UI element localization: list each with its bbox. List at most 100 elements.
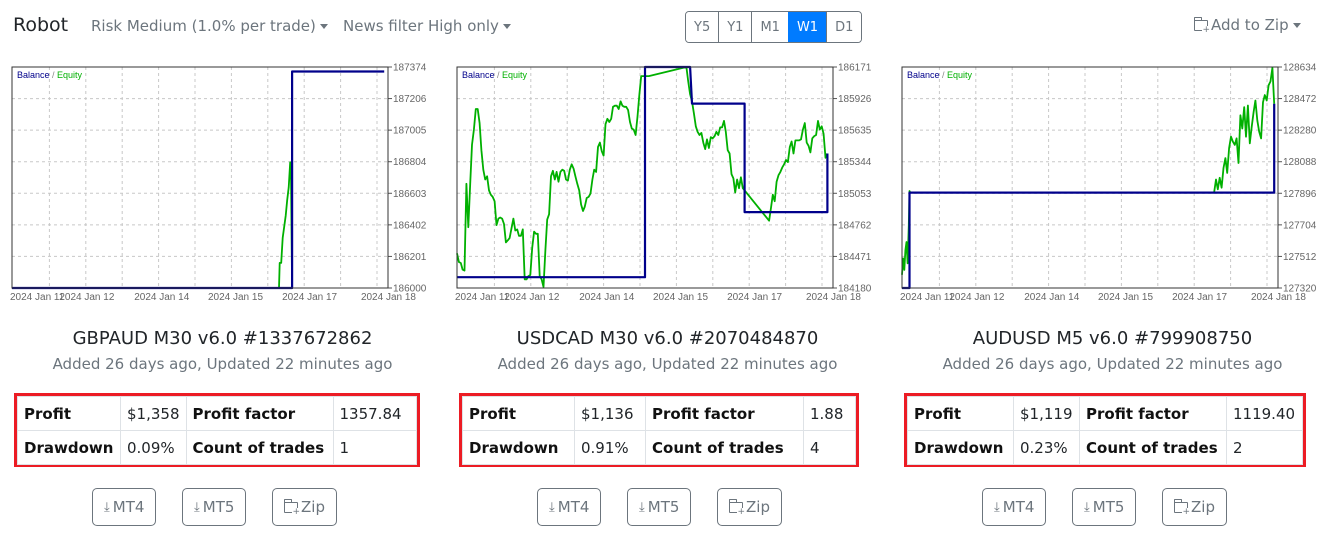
legend-balance: Balance: [462, 70, 495, 80]
legend-balance: Balance: [17, 70, 50, 80]
download-mt4-button[interactable]: ⤓ MT4: [537, 488, 602, 526]
stats-row: Drawdown 0.09% Count of trades 1: [17, 430, 417, 465]
x-tick-label: 2024 Jan 18: [806, 292, 861, 303]
stats-table-highlight: Profit $1,358 Profit factor 1357.84 Draw…: [14, 393, 420, 467]
x-tick-label: 2024 Jan 11: [900, 292, 955, 303]
trades-count-value: 2: [1226, 430, 1303, 465]
x-tick-label: 2024 Jan 11: [455, 292, 510, 303]
stats-table-highlight: Profit $1,136 Profit factor 1.88 Drawdow…: [459, 393, 859, 467]
period-button-group: Y5 Y1 M1 W1 D1: [685, 11, 863, 43]
stats-table: Profit $1,136 Profit factor 1.88 Drawdow…: [462, 396, 856, 465]
trades-count-value: 4: [803, 430, 856, 465]
drawdown-value: 0.09%: [120, 430, 187, 465]
download-mt4-button[interactable]: ⤓ MT4: [92, 488, 157, 526]
trades-count-value: 1: [332, 430, 417, 465]
caret-down-icon: [319, 24, 328, 29]
zip-label: Zip: [301, 498, 325, 516]
profit-factor-value: 1357.84: [332, 396, 417, 431]
risk-dropdown-label: Risk Medium (1.0% per trade): [91, 17, 316, 35]
top-navbar: Robot Risk Medium (1.0% per trade) News …: [0, 0, 1334, 54]
download-mt5-button[interactable]: ⤓ MT5: [627, 488, 692, 526]
chart-legend: Balance / Equity: [17, 70, 83, 80]
robot-subtitle: Added 26 days ago, Updated 22 minutes ag…: [52, 355, 393, 373]
y-tick-label: 186603: [393, 189, 427, 200]
mt4-label: MT4: [557, 498, 590, 516]
mt4-label: MT4: [1002, 498, 1035, 516]
y-tick-label: 127512: [1283, 252, 1317, 263]
plot-area: [902, 67, 1278, 288]
folder-plus-icon: [284, 498, 300, 517]
robot-subtitle: Added 26 days ago, Updated 22 minutes ag…: [942, 355, 1283, 373]
profit-label: Profit: [17, 396, 121, 431]
period-button-m1[interactable]: M1: [751, 12, 788, 42]
x-tick-label: 2024 Jan 12: [949, 292, 1004, 303]
caret-down-icon: [1292, 23, 1301, 28]
news-filter-label: News filter High only: [343, 17, 499, 35]
y-tick-label: 187005: [393, 126, 427, 137]
download-icon: ⤓: [104, 499, 110, 515]
x-tick-label: 2024 Jan 15: [1098, 292, 1153, 303]
robot-title[interactable]: USDCAD M30 v6.0 #2070484870: [445, 328, 890, 349]
chart-svg: 1860001862011864021866031868041870051872…: [10, 63, 427, 304]
stats-row: Profit $1,358 Profit factor 1357.84: [17, 396, 417, 431]
y-tick-label: 185635: [838, 126, 872, 137]
chart-svg: 1273201275121277041278961280881282801284…: [900, 63, 1317, 304]
stats-table-highlight: Profit $1,119 Profit factor 1119.40 Draw…: [904, 393, 1306, 467]
stats-table: Profit $1,358 Profit factor 1357.84 Draw…: [17, 396, 417, 465]
x-tick-label: 2024 Jan 11: [10, 292, 65, 303]
download-icon: ⤓: [194, 499, 200, 515]
add-zip-button[interactable]: Zip: [1162, 488, 1227, 526]
caret-down-icon: [502, 24, 511, 29]
legend-equity: Equity: [502, 70, 528, 80]
x-tick-label: 2024 Jan 18: [1251, 292, 1306, 303]
legend-equity: Equity: [947, 70, 973, 80]
legend-balance: Balance: [907, 70, 940, 80]
download-mt5-button[interactable]: ⤓ MT5: [182, 488, 247, 526]
trades-count-label: Count of trades: [185, 430, 334, 465]
period-button-y5[interactable]: Y5: [686, 12, 719, 42]
y-tick-label: 185053: [838, 189, 872, 200]
profit-factor-label: Profit factor: [1079, 396, 1227, 431]
period-button-d1[interactable]: D1: [826, 12, 862, 42]
balance-equity-chart: 186000 186201 186402 186603 186804 187005 1872…: [0, 60, 445, 310]
y-tick-label: 186804: [393, 157, 427, 168]
download-icon: ⤓: [1084, 499, 1090, 515]
profit-factor-value: 1119.40: [1226, 396, 1303, 431]
y-tick-label: 184762: [838, 220, 872, 231]
folder-plus-icon: [1194, 17, 1210, 35]
profit-factor-value: 1.88: [803, 396, 856, 431]
drawdown-label: Drawdown: [907, 430, 1014, 465]
y-tick-label: 185344: [838, 157, 872, 168]
folder-plus-icon: [1174, 498, 1190, 517]
chart-legend: Balance / Equity: [462, 70, 528, 80]
profit-label: Profit: [462, 396, 575, 431]
chart-legend: Balance / Equity: [907, 70, 973, 80]
download-mt4-button[interactable]: ⤓ MT4: [982, 488, 1047, 526]
drawdown-value: 0.91%: [574, 430, 646, 465]
add-to-zip-dropdown[interactable]: Add to Zip: [1194, 16, 1301, 35]
y-tick-label: 187206: [393, 94, 427, 105]
balance-equity-chart: 184180 184471 184762 185053 185344 185635 1859…: [445, 60, 890, 310]
y-tick-label: 186402: [393, 220, 427, 231]
robot-title[interactable]: AUDUSD M5 v6.0 #799908750: [890, 328, 1334, 349]
news-filter-dropdown[interactable]: News filter High only: [343, 17, 511, 35]
add-zip-button[interactable]: Zip: [717, 488, 782, 526]
period-button-w1[interactable]: W1: [787, 12, 827, 42]
y-tick-label: 186201: [393, 252, 427, 263]
period-button-y1[interactable]: Y1: [718, 12, 752, 42]
y-tick-label: 128472: [1283, 94, 1317, 105]
robot-title[interactable]: GBPAUD M30 v6.0 #1337672862: [0, 328, 445, 349]
download-mt5-button[interactable]: ⤓ MT5: [1072, 488, 1137, 526]
download-icon: ⤓: [639, 499, 645, 515]
mt4-label: MT4: [112, 498, 145, 516]
balance-equity-chart: 127320 127512 127704 127896 128088 128280 1284…: [890, 60, 1334, 310]
brand-title[interactable]: Robot: [13, 14, 68, 36]
stats-row: Drawdown 0.91% Count of trades 4: [462, 430, 856, 465]
x-tick-label: 2024 Jan 18: [361, 292, 416, 303]
drawdown-label: Drawdown: [17, 430, 121, 465]
robot-card: 184180 184471 184762 185053 185344 185635 1859…: [445, 60, 890, 547]
x-tick-label: 2024 Jan 12: [504, 292, 559, 303]
profit-factor-label: Profit factor: [645, 396, 804, 431]
add-zip-button[interactable]: Zip: [272, 488, 337, 526]
risk-dropdown[interactable]: Risk Medium (1.0% per trade): [91, 17, 328, 35]
